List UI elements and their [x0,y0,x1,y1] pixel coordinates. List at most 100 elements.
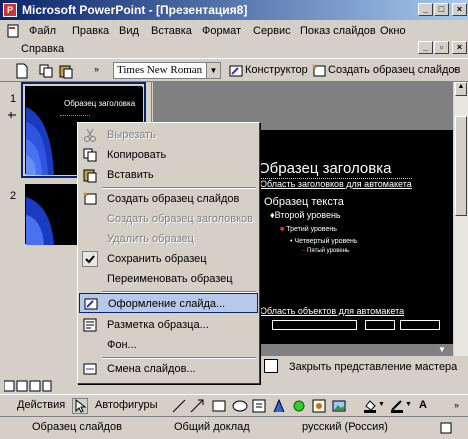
chevron-down-icon[interactable]: ▼ [206,63,220,78]
toolbar-overflow-icon-3[interactable]: » [454,400,459,410]
menu-item-rename-master[interactable]: Переименовать образец [79,269,258,289]
copy-icon[interactable] [38,63,54,79]
date-placeholder[interactable] [272,320,357,330]
number-placeholder[interactable] [400,320,440,330]
menu-file[interactable]: Файл [29,25,56,37]
menu-slideshow[interactable]: Показ слайдов [300,25,376,37]
doc-close-button[interactable]: × [452,41,467,54]
font-color-icon[interactable]: A [416,399,430,413]
slide-body-text[interactable]: Образец текста [264,196,344,208]
menu-item-slide-transition-label: Смена слайдов... [107,363,196,375]
menu-item-rename-master-label: Переименовать образец [107,273,233,285]
menu-item-slide-design-label: Оформление слайда... [108,298,226,310]
clipart-icon[interactable] [312,399,326,413]
menu-item-cut[interactable]: Вырезать [79,125,258,145]
chevron-down-icon[interactable]: ▼ [405,401,412,408]
slide-level-4-text: Четвертый уровень [294,238,358,245]
transition-icon [82,361,98,377]
bullet-dash-icon: – [302,248,306,254]
actions-menu[interactable]: Действия [17,399,65,411]
menu-item-new-slide-master-label: Создать образец слайдов [107,193,240,205]
menu-item-new-slide-master[interactable]: Создать образец слайдов [79,189,258,209]
menu-item-background-label: Фон... [107,339,137,351]
menu-help[interactable]: Справка [21,43,64,55]
close-master-view-button[interactable]: Закрыть представление мастера [289,361,457,373]
menu-item-new-title-master[interactable]: Создать образец заголовков [79,209,258,229]
chevron-down-icon[interactable]: ▼ [378,401,385,408]
slide-level-2-text: Второй уровень [274,210,341,220]
create-master-button[interactable]: Создать образец слайдов [328,64,460,76]
menu-item-new-title-master-label: Создать образец заголовков [107,213,253,225]
thumb-text-lines [60,115,90,119]
powerpoint-app-icon[interactable]: P [3,3,17,17]
designer-icon[interactable] [228,63,244,79]
slide-title-placeholder[interactable]: Образец заголовка [258,160,391,177]
scroll-thumb[interactable] [455,116,467,216]
line-color-icon[interactable] [390,399,404,413]
textbox-icon[interactable] [252,399,266,413]
document-icon[interactable] [6,24,20,38]
font-name-select[interactable]: Times New Roman ▼ [113,62,221,79]
doc-restore-button[interactable]: ▫ [434,41,449,54]
menu-format[interactable]: Формат [202,25,241,37]
checkmark-icon [82,251,98,267]
menu-item-slide-transition[interactable]: Смена слайдов... [79,359,258,379]
autoshapes-menu[interactable]: Автофигуры [95,399,158,411]
designer-button[interactable]: Конструктор [245,64,308,76]
thumb-title: Образец заголовка [64,99,136,108]
paste-icon [82,167,98,183]
slide-level-5: – Пятый уровень [302,248,349,254]
menu-item-background[interactable]: Фон... [79,335,258,355]
title-bar: P Microsoft PowerPoint - [Презентация8] … [0,0,468,20]
doc-minimize-button[interactable]: _ [418,41,433,54]
status-icon [440,422,452,434]
menu-item-cut-label: Вырезать [107,129,156,141]
new-document-icon[interactable] [14,63,30,79]
view-buttons [3,380,52,392]
scroll-down-icon[interactable]: ▼ [438,345,450,355]
formatting-toolbar: » Times New Roman ▼ Конструктор Создать … [0,58,468,82]
menu-view[interactable]: Вид [119,25,139,37]
scroll-up-button[interactable]: ▲ [455,82,467,96]
minimize-button[interactable]: _ [418,3,433,16]
wordart-icon[interactable] [272,398,286,413]
close-button[interactable]: × [452,3,467,16]
menu-edit[interactable]: Правка [72,25,109,37]
toolbar-overflow-icon[interactable]: » [94,64,99,74]
select-pointer-icon[interactable] [72,398,88,414]
new-master-icon[interactable] [311,63,327,79]
menu-item-delete-master[interactable]: Удалить образец [79,229,258,249]
picture-icon[interactable] [332,399,346,413]
line-icon[interactable] [172,399,186,413]
toolbar-overflow-icon-2[interactable]: » [452,64,457,74]
paste-icon[interactable] [58,63,74,79]
footer-placeholder[interactable] [365,320,395,330]
oval-icon[interactable] [232,399,248,413]
menu-item-paste[interactable]: Вставить [79,165,258,185]
master-slide[interactable]: Образец заголовка Область заголовков для… [250,130,455,344]
menu-insert[interactable]: Вставка [151,25,192,37]
font-name-value: Times New Roman [117,64,203,76]
menu-tools[interactable]: Сервис [253,25,291,37]
menu-item-slide-design[interactable]: Оформление слайда... [79,293,258,313]
diagram-icon[interactable] [292,399,306,413]
rectangle-icon[interactable] [212,399,226,413]
slide-level-5-text: Пятый уровень [307,248,350,254]
menu-item-copy[interactable]: Копировать [79,145,258,165]
menu-item-master-layout[interactable]: Разметка образца... [79,315,258,335]
drawing-toolbar: Действия Автофигуры ▼ ▼ A » [0,394,468,416]
status-view: Образец слайдов [32,421,122,433]
menu-item-delete-master-label: Удалить образец [107,233,194,245]
menu-window[interactable]: Окно [380,25,406,37]
slide-level-4: • Четвертый уровень [290,238,358,245]
menu-item-preserve-master[interactable]: Сохранить образец [79,249,258,269]
vertical-scrollbar[interactable]: ▲ [453,82,468,357]
arrow-icon[interactable] [190,399,204,413]
menu-bar: Файл Правка Вид Вставка Формат Сервис По… [0,20,468,58]
master-layout-icon[interactable] [264,359,278,373]
maximize-button[interactable]: □ [434,3,449,16]
window-title: Microsoft PowerPoint - [Презентация8] [22,3,248,17]
fill-color-icon[interactable] [363,399,377,413]
status-design: Общий доклад [174,421,250,433]
designer-icon [83,296,99,312]
